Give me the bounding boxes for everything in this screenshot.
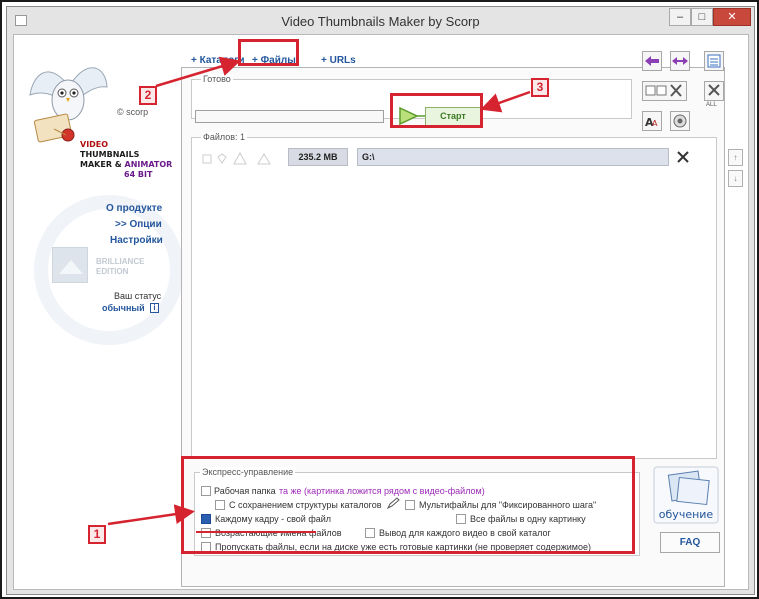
- clear-all-button[interactable]: [704, 81, 724, 101]
- status-value[interactable]: обычный: [102, 303, 145, 313]
- faq-button[interactable]: FAQ: [660, 532, 720, 553]
- brilliance-icon: [52, 247, 88, 283]
- nav-link-settings[interactable]: Настройки: [110, 235, 163, 246]
- progress-bar: [195, 110, 384, 123]
- arrow-left-icon: [645, 56, 659, 66]
- brand-line-3a: MAKER &: [80, 160, 125, 169]
- refresh-icon: [673, 114, 687, 128]
- clear-icon: [645, 84, 682, 97]
- mountain-icon: [257, 153, 271, 165]
- tutorial-button[interactable]: обучение: [648, 465, 724, 525]
- clear-selection-button[interactable]: [642, 81, 687, 101]
- brand-line-3b: ANIMATOR: [124, 160, 173, 169]
- files-count-label: Файлов: 1: [201, 132, 248, 142]
- list-icon: [707, 54, 721, 68]
- tab-urls[interactable]: + URLs: [321, 55, 356, 66]
- file-size-cell: 235.2 MB: [288, 148, 348, 166]
- scroll-down-button[interactable]: ↓: [728, 170, 743, 187]
- close-all-icon: [708, 84, 720, 96]
- brand-line-4: 64 BIT: [124, 170, 153, 179]
- nav-link-options[interactable]: >> Опции: [115, 219, 162, 230]
- tab-catalogs[interactable]: + Каталоги: [191, 55, 245, 66]
- file-path-cell[interactable]: G:\: [357, 148, 669, 166]
- files-group: [191, 137, 717, 459]
- remove-file-icon[interactable]: [676, 150, 690, 164]
- scroll-up-button[interactable]: ↑: [728, 149, 743, 166]
- font-icon: AA: [645, 116, 658, 129]
- sidebar: © scorp VIDEO THUMBNAILS MAKER & ANIMATO…: [14, 35, 184, 591]
- import-button[interactable]: [642, 51, 662, 71]
- font-button[interactable]: AA: [642, 111, 662, 131]
- refresh-button[interactable]: [670, 111, 690, 131]
- brilliance-text: BRILLIANCE EDITION: [96, 257, 145, 276]
- annotation-box-1: [181, 456, 635, 554]
- info-icon[interactable]: i: [150, 303, 159, 313]
- annotation-box-3: [390, 93, 483, 128]
- ready-label: Готово: [201, 74, 233, 84]
- all-label: ALL: [706, 102, 717, 108]
- file-row-icons: [202, 152, 271, 165]
- annotation-box-2: [238, 39, 299, 66]
- copyright-text: © scorp: [117, 107, 149, 117]
- swap-button[interactable]: [670, 51, 690, 71]
- svg-text:обучение: обучение: [659, 508, 714, 521]
- annotation-underline: [196, 531, 316, 533]
- maximize-button[interactable]: □: [691, 8, 713, 26]
- copy-icon: [202, 154, 212, 164]
- heart-icon: [217, 153, 227, 164]
- annotation-badge-3: 3: [531, 78, 549, 97]
- annotation-badge-1: 1: [88, 525, 106, 544]
- list-view-button[interactable]: [704, 51, 724, 71]
- status-label: Ваш статус: [114, 291, 162, 301]
- close-button[interactable]: ✕: [713, 8, 751, 26]
- triangle-icon: [233, 152, 247, 165]
- svg-text:A: A: [652, 119, 658, 128]
- annotation-badge-2: 2: [139, 86, 157, 105]
- nav-link-about[interactable]: О продукте: [106, 203, 162, 214]
- swap-arrows-icon: [672, 57, 688, 65]
- brand-line-1: VIDEO: [80, 140, 109, 149]
- window-title: Video Thumbnails Maker by Scorp: [281, 14, 480, 29]
- owl-logo-icon: [29, 67, 108, 143]
- brand-line-2: THUMBNAILS: [80, 150, 140, 159]
- title-bar: Video Thumbnails Maker by Scorp – □ ✕: [7, 7, 754, 35]
- brand-text: VIDEO THUMBNAILS MAKER & ANIMATOR 64 BIT: [80, 140, 173, 179]
- minimize-button[interactable]: –: [669, 8, 691, 26]
